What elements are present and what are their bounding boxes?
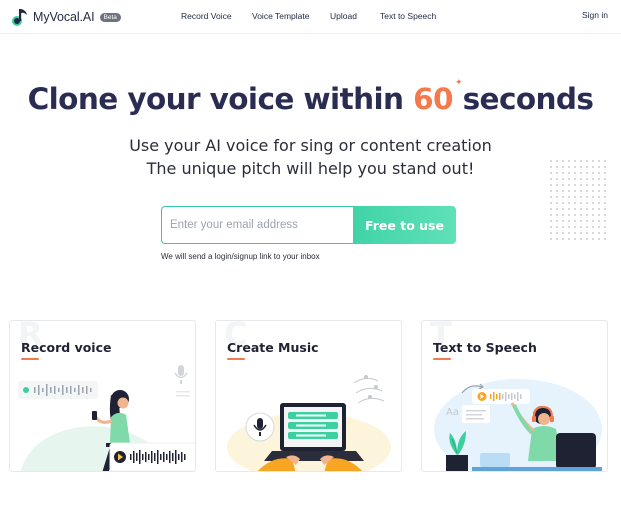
card-title: Record voice [21,340,112,355]
hero-subtitle-line1: Use your AI voice for sing or content cr… [129,136,492,155]
music-note-logo-icon [12,9,27,26]
record-voice-illustration [18,365,195,471]
card-title: Create Music [227,340,319,355]
microphone-icon [174,365,188,384]
create-music-illustration [227,375,391,471]
music-notes-icon [353,377,385,404]
hero-title-suffix: seconds [452,82,594,116]
title-underline [21,358,39,360]
hero-title-accent: 60 ✦ [413,78,462,116]
card-text-to-speech[interactable]: T Text to Speech Aa [421,320,608,472]
text-to-speech-illustration: Aa [434,379,602,471]
hero-subtitle-line2: The unique pitch will help you stand out… [146,159,475,178]
brand-name: MyVocal.AI [33,10,95,24]
title-underline [227,358,245,360]
hero-accent-number: 60 [413,82,453,116]
nav-link-upload[interactable]: Upload [330,11,357,21]
sign-in-link[interactable]: Sign in [582,10,608,20]
nav-link-record-voice[interactable]: Record Voice [181,11,232,21]
beta-badge: Beta [99,12,121,22]
title-underline [433,358,451,360]
decorative-dot-grid [548,158,608,244]
hero-title: Clone your voice within 60 ✦ seconds [0,78,621,116]
nav-link-voice-template[interactable]: Voice Template [252,11,310,21]
top-nav: MyVocal.AI Beta Record Voice Voice Templ… [0,0,621,34]
nav-link-text-to-speech[interactable]: Text to Speech [380,11,436,21]
signup-hint: We will send a login/signup link to your… [161,252,320,261]
font-size-icon: Aa [446,407,459,418]
email-input[interactable] [161,206,354,244]
card-record-voice[interactable]: R Record voice [9,320,196,472]
free-to-use-button[interactable]: Free to use [353,206,456,244]
logo[interactable]: MyVocal.AI Beta [10,7,121,27]
sparkle-icon: ✦ [454,78,463,88]
card-title: Text to Speech [433,340,537,355]
card-create-music[interactable]: C Create Music [215,320,402,472]
hero-title-prefix: Clone your voice within [27,82,414,116]
